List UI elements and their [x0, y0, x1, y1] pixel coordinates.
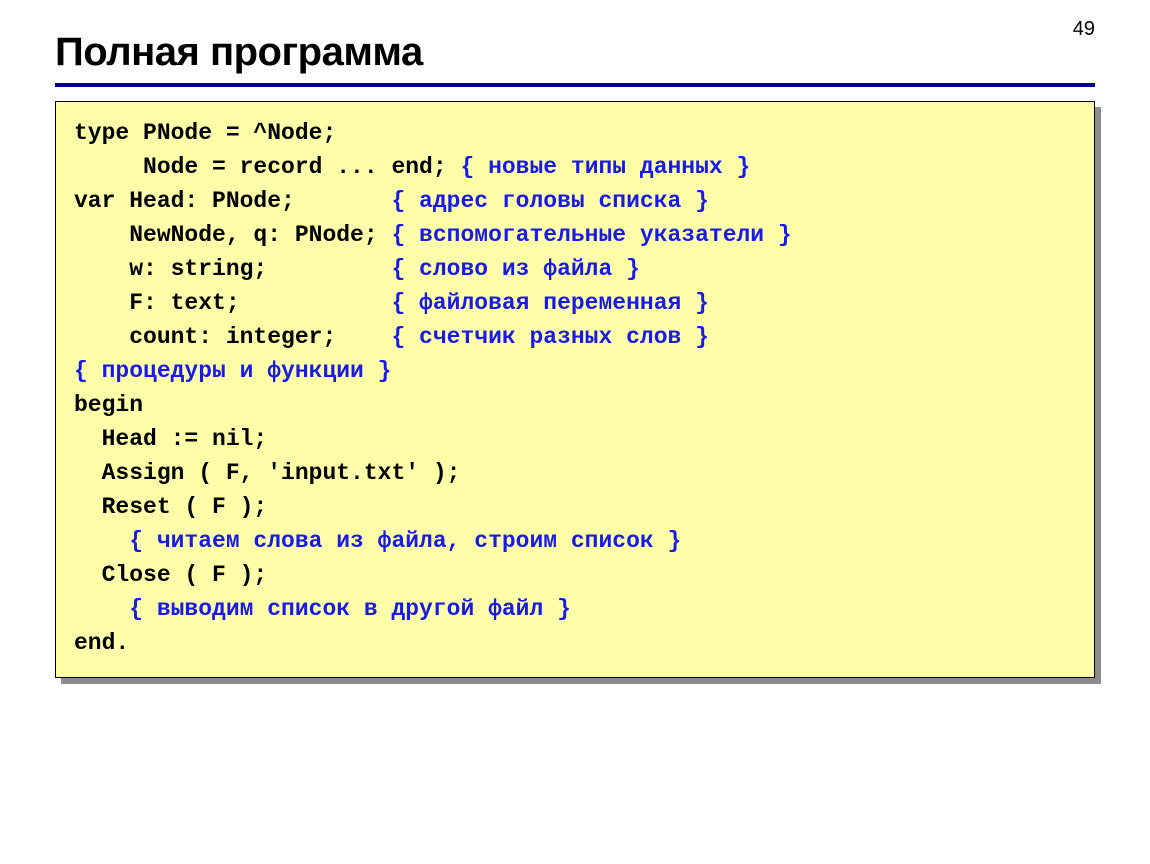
- code-comment: { счетчик разных слов }: [391, 324, 708, 350]
- code-line: Node = record ... end;: [74, 154, 460, 180]
- code-line: NewNode, q: PNode;: [74, 222, 391, 248]
- code-comment: { новые типы данных }: [460, 154, 750, 180]
- code-line: Close ( F );: [74, 562, 267, 588]
- code-line: Head := nil;: [74, 426, 267, 452]
- code-line: Reset ( F );: [74, 494, 267, 520]
- code-comment: { слово из файла }: [391, 256, 639, 282]
- code-line: Assign ( F, 'input.txt' );: [74, 460, 460, 486]
- code-line: end.: [74, 630, 129, 656]
- page-number: 49: [1073, 18, 1095, 41]
- slide-title: Полная программа: [55, 30, 1095, 75]
- code-line: begin: [74, 392, 143, 418]
- code-comment: { адрес головы списка }: [391, 188, 708, 214]
- title-divider: [55, 83, 1095, 87]
- code-line: F: text;: [74, 290, 391, 316]
- code-comment: { файловая переменная }: [391, 290, 708, 316]
- code-line: w: string;: [74, 256, 391, 282]
- code-line: var Head: PNode;: [74, 188, 391, 214]
- code-comment: { читаем слова из файла, строим список }: [74, 528, 681, 554]
- code-line: count: integer;: [74, 324, 391, 350]
- code-comment: { вспомогательные указатели }: [391, 222, 791, 248]
- code-line: type PNode = ^Node;: [74, 120, 336, 146]
- code-block: type PNode = ^Node; Node = record ... en…: [55, 101, 1095, 678]
- code-comment: { выводим список в другой файл }: [74, 596, 571, 622]
- code-comment: { процедуры и функции }: [74, 358, 391, 384]
